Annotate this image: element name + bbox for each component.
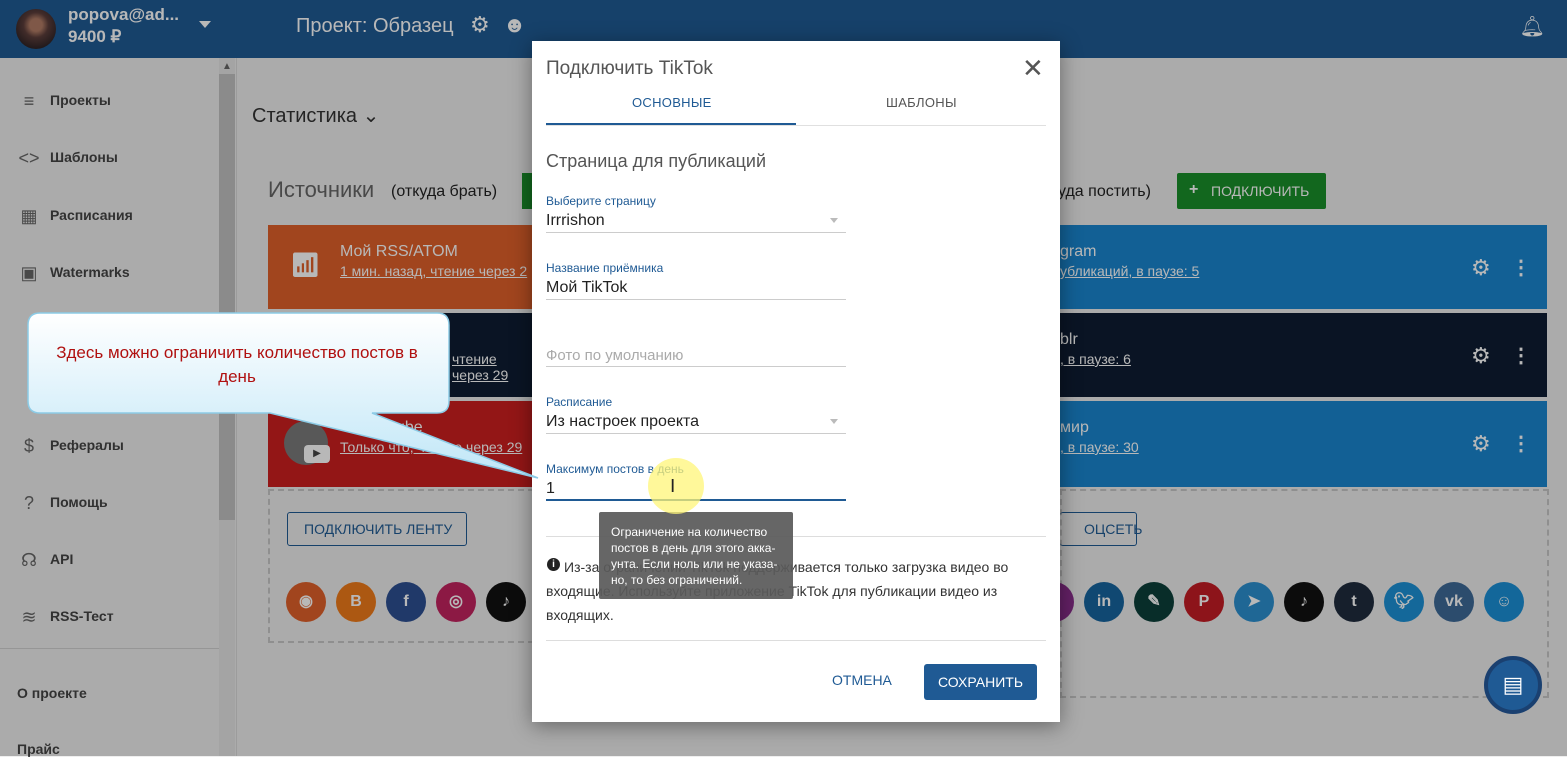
callout-shape bbox=[27, 312, 539, 479]
callout-text: Здесь можно ограничить количество постов… bbox=[56, 343, 418, 386]
